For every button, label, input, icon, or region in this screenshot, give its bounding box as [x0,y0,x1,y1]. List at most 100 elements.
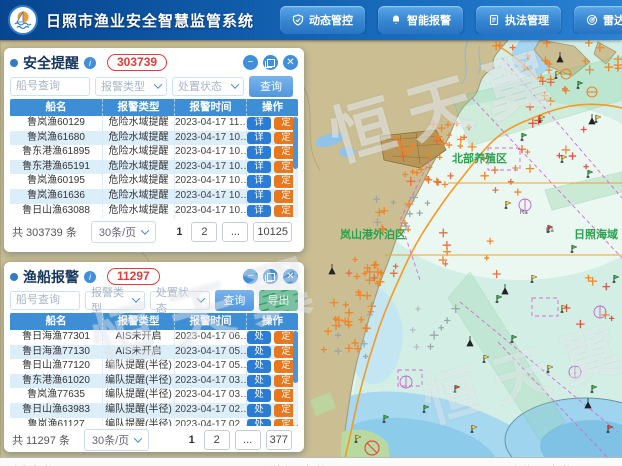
nav-label: 执法管理 [505,12,549,28]
table-row[interactable]: 鲁东港渔65191危险水域提醒2023-04-17 10…详情定位 [10,160,298,175]
handle-button[interactable]: 处置 [247,346,271,359]
page-last-button[interactable]: 377 [266,430,292,450]
table-row[interactable]: 鲁岚渔61127编队提醒(半径)2023-04-17 02…处置定位 [10,418,298,426]
select-placeholder: 处置状态 [178,78,222,94]
alarm-type-select[interactable]: 报警类型 [85,291,145,310]
scrollbar-thumb[interactable] [293,331,298,383]
scrollbar-thumb[interactable] [293,117,298,169]
detail-button[interactable]: 详情 [247,161,271,174]
safety-reminder-panel: 安全提醒 i 303739 − ✕ 报警类型 处置状态 查询 船名报警类型报警时… [4,48,304,252]
table-row[interactable]: 鲁岚渔77635编队提醒(半径)2023-04-17 03…处置定位 [10,388,298,403]
select-placeholder: 处置状态 [156,284,198,316]
page-last-button[interactable]: 10125 [253,222,292,242]
panel-dot-icon [10,273,18,281]
restore-icon [267,59,275,67]
pagination: 1 2 ... 377 [185,430,296,450]
nav-smart-alarm[interactable]: 智能报警 [378,6,463,34]
panel-title: 安全提醒 [23,53,79,73]
handle-button[interactable]: 处置 [247,331,271,344]
handle-button[interactable]: 处置 [247,419,271,426]
nav-label: 动态管控 [309,12,353,28]
handle-button[interactable]: 处置 [247,360,271,373]
total-count: 共 303739 条 [12,224,77,240]
page-current[interactable]: 1 [172,226,186,238]
alarm-type-select[interactable]: 报警类型 [95,77,167,96]
racon-label: Ra [546,228,554,234]
vessel-alarm-panel: 渔船报警 i 11297 − ✕ 报警类型 处置状态 查询 导出 船名报警类型报… [4,262,304,452]
handle-status-select[interactable]: 处置状态 [172,77,244,96]
detail-button[interactable]: 详情 [247,205,271,218]
page-button[interactable]: 2 [204,430,230,450]
table-row[interactable]: 鲁岚渔60129危险水域提醒2023-04-17 11…详情定位 [10,116,298,131]
alert-table: 鲁岚渔60129危险水域提醒2023-04-17 11…详情定位 鲁岚渔6168… [10,116,298,218]
handle-button[interactable]: 处置 [247,375,271,388]
page-size-value: 30条/页 [92,432,129,448]
nav-law-enforcement[interactable]: 执法管理 [476,6,561,34]
query-button[interactable]: 查询 [249,76,293,97]
nav-radar-system[interactable]: 雷达系统 [574,6,622,34]
table-row[interactable]: 鲁岚渔61680危险水域提醒2023-04-17 10…详情定位 [10,131,298,146]
table-row[interactable]: 鲁岚渔61636危险水域提醒2023-04-17 10…详情定位 [10,189,298,204]
main-nav: 动态管控 智能报警 执法管理 雷达系统 海岸监控 [280,6,622,34]
chevron-down-icon [231,80,239,88]
total-count: 共 11297 条 [12,432,70,448]
page-button[interactable]: 2 [191,222,217,242]
minimize-button[interactable]: − [243,269,258,284]
detail-button[interactable]: 详情 [247,146,271,159]
scrollbar-track [293,330,298,426]
alarm-bell-icon [390,14,402,26]
count-badge: 303739 [107,54,167,71]
select-placeholder: 报警类型 [91,284,133,316]
ship-search-input[interactable] [10,291,80,310]
restore-icon [267,273,275,281]
handle-status-select[interactable]: 处置状态 [150,291,210,310]
info-icon[interactable]: i [84,57,96,69]
restore-button[interactable] [263,55,278,70]
table-row[interactable]: 鲁日海渔77130AIS未开启2023-04-17 05…处置定位 [10,345,298,360]
detail-button[interactable]: 详情 [247,132,271,145]
detail-button[interactable]: 详情 [247,190,271,203]
handle-button[interactable]: 处置 [247,389,271,402]
restore-button[interactable] [263,269,278,284]
law-enforcement-icon [488,14,500,26]
nav-label: 智能报警 [407,12,451,28]
table-row[interactable]: 鲁东港渔61895危险水域提醒2023-04-17 10…详情定位 [10,145,298,160]
table-row[interactable]: 鲁东港渔61020编队提醒(半径)2023-04-17 03…处置定位 [10,374,298,389]
close-button[interactable]: ✕ [283,269,298,284]
table-row[interactable]: 鲁日海渔77301AIS未开启2023-04-17 06…处置定位 [10,330,298,345]
brand: 日照市渔业安全智慧监管系统 [0,5,254,35]
racon-label: Ra [520,210,528,216]
table-header: 船名报警类型报警时间操作 [10,313,298,330]
pagination: 1 2 ... 10125 [172,222,296,242]
count-badge: 11297 [107,268,160,285]
page-ellipsis-button[interactable]: ... [222,222,248,242]
page-current[interactable]: 1 [185,434,199,446]
chevron-down-icon [141,226,149,234]
detail-button[interactable]: 详情 [247,117,271,130]
page-size-select[interactable]: 30条/页 [84,429,149,451]
info-icon[interactable]: i [84,271,96,283]
export-button[interactable]: 导出 [259,290,298,311]
close-button[interactable]: ✕ [283,55,298,70]
page-size-select[interactable]: 30条/页 [91,221,156,243]
table-row[interactable]: 鲁日山渔63983编队提醒(半径)2023-04-17 02…处置定位 [10,403,298,418]
chevron-down-icon [197,294,205,302]
table-row[interactable]: 鲁日山渔63088危险水域提醒2023-04-17 10…详情定位 [10,204,298,218]
query-button[interactable]: 查询 [215,290,254,311]
ship-search-input[interactable] [10,77,90,96]
handle-button[interactable]: 处置 [247,404,271,417]
status-bar: 全部船数：3000 在线北斗船数：1142 在线AIS船数：1234 [0,457,622,466]
zone-label-north-aquaculture: 北部养殖区 [452,151,507,165]
table-header: 船名报警类型报警时间操作 [10,99,298,116]
alarm-table: 鲁日海渔77301AIS未开启2023-04-17 06…处置定位 鲁日海渔77… [10,330,298,426]
page-ellipsis-button[interactable]: ... [235,430,261,450]
minimize-button[interactable]: − [243,55,258,70]
nav-dynamic-control[interactable]: 动态管控 [280,6,365,34]
table-row[interactable]: 鲁岚渔60195危险水域提醒2023-04-17 10…详情定位 [10,174,298,189]
table-row[interactable]: 鲁日山渔77120编队提醒(半径)2023-04-17 05…处置定位 [10,359,298,374]
zone-label-lanshan-anchorage: 岚山港外泊区 [340,227,406,241]
app-title: 日照市渔业安全智慧监管系统 [46,10,254,31]
detail-button[interactable]: 详情 [247,175,271,188]
panel-dot-icon [10,59,18,67]
app-logo [8,5,38,35]
